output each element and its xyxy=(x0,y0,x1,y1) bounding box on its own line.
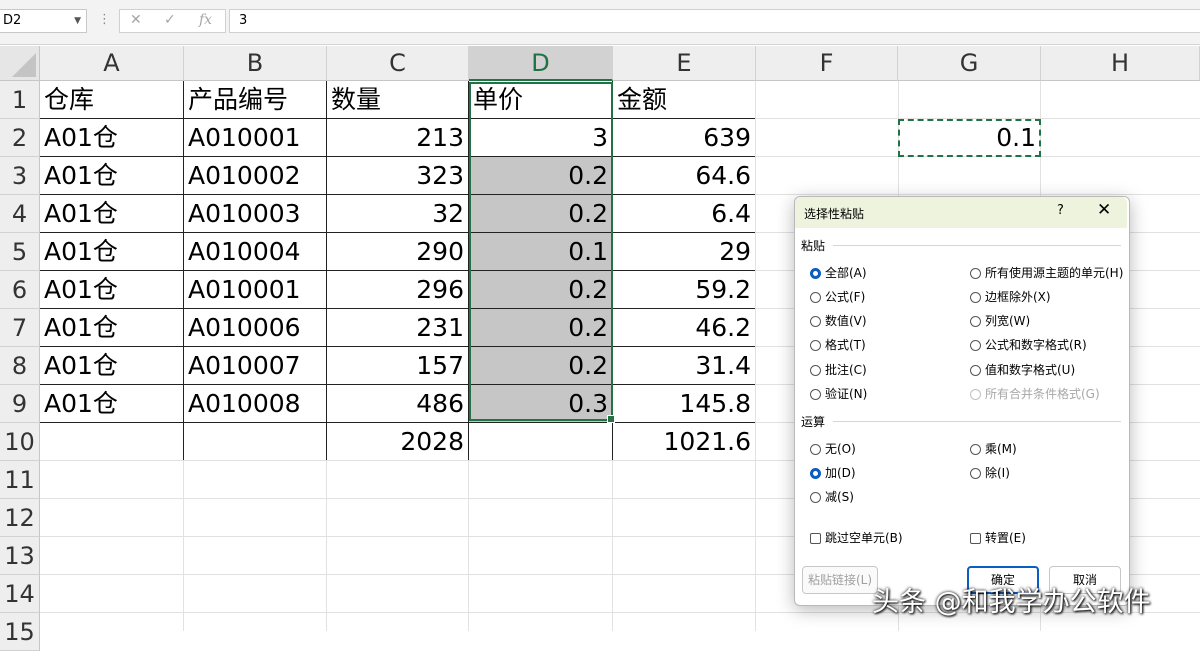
column-header-g[interactable]: G xyxy=(898,46,1041,81)
dialog-titlebar[interactable]: 选择性粘贴 ? ✕ xyxy=(795,197,1127,228)
radio-icon xyxy=(970,268,981,279)
check-icon[interactable]: ✓ xyxy=(164,12,176,28)
name-box[interactable]: D2 ▼ xyxy=(0,9,87,33)
radio-paste-column-widths[interactable]: 列宽(W) xyxy=(970,312,1030,329)
dialog-title: 选择性粘贴 xyxy=(804,207,865,221)
row-header-14[interactable]: 14 xyxy=(0,575,40,613)
divider xyxy=(833,421,1121,422)
row-header-11[interactable]: 11 xyxy=(0,461,40,499)
column-header-b[interactable]: B xyxy=(184,46,327,81)
checkbox-icon xyxy=(810,533,821,544)
divider xyxy=(833,245,1121,246)
column-header-c[interactable]: C xyxy=(327,46,469,81)
formula-bar: D2 ▼ ⋮ ✕ ✓ fx 3 xyxy=(0,0,1200,45)
radio-selected-icon xyxy=(810,268,821,279)
radio-icon xyxy=(810,365,821,376)
formula-buttons: ✕ ✓ fx xyxy=(119,9,226,33)
row-header-2[interactable]: 2 xyxy=(0,119,40,157)
radio-paste-values[interactable]: 数值(V) xyxy=(810,312,867,329)
more-options-icon[interactable]: ⋮ xyxy=(98,12,111,27)
formula-value: 3 xyxy=(239,13,248,28)
row-header-7[interactable]: 7 xyxy=(0,309,40,347)
row-header-5[interactable]: 5 xyxy=(0,233,40,271)
column-header-d[interactable]: D xyxy=(469,46,613,81)
cancel-icon[interactable]: ✕ xyxy=(130,12,142,28)
radio-icon xyxy=(970,316,981,327)
paste-special-dialog: 选择性粘贴 ? ✕ 粘贴 全部(A) 公式(F) 数值(V) 格式(T) 批注(… xyxy=(794,196,1130,606)
formula-input[interactable]: 3 xyxy=(229,9,1200,33)
radio-paste-formulas[interactable]: 公式(F) xyxy=(810,288,865,305)
name-box-value: D2 xyxy=(3,13,22,28)
radio-op-divide[interactable]: 除(I) xyxy=(970,464,1010,481)
radio-icon xyxy=(970,444,981,455)
radio-icon xyxy=(810,444,821,455)
row-header-4[interactable]: 4 xyxy=(0,195,40,233)
row-header-3[interactable]: 3 xyxy=(0,157,40,195)
radio-icon xyxy=(810,292,821,303)
row-header-9[interactable]: 9 xyxy=(0,385,40,423)
radio-icon xyxy=(970,365,981,376)
radio-paste-formulas-number-formats[interactable]: 公式和数字格式(R) xyxy=(970,336,1087,353)
help-icon[interactable]: ? xyxy=(1057,203,1064,218)
checkbox-icon xyxy=(970,533,981,544)
radio-icon xyxy=(810,492,821,503)
radio-icon xyxy=(970,468,981,479)
watermark: 头条 @和我学办公软件 xyxy=(872,587,1151,618)
operation-group-label: 运算 xyxy=(801,415,826,429)
paste-link-button[interactable]: 粘贴链接(L) xyxy=(802,566,878,594)
row-header-1[interactable]: 1 xyxy=(0,81,40,119)
column-header-a[interactable]: A xyxy=(40,46,184,81)
radio-paste-merge-conditional: 所有合并条件格式(G) xyxy=(970,385,1100,402)
radio-icon xyxy=(970,292,981,303)
column-header-e[interactable]: E xyxy=(613,46,756,81)
checkbox-transpose[interactable]: 转置(E) xyxy=(970,529,1026,546)
chevron-down-icon[interactable]: ▼ xyxy=(74,10,81,32)
radio-op-multiply[interactable]: 乘(M) xyxy=(970,440,1017,457)
radio-paste-all[interactable]: 全部(A) xyxy=(810,264,867,281)
row-header-12[interactable]: 12 xyxy=(0,499,40,537)
radio-paste-no-borders[interactable]: 边框除外(X) xyxy=(970,288,1051,305)
radio-paste-values-number-formats[interactable]: 值和数字格式(U) xyxy=(970,361,1075,378)
radio-paste-comments[interactable]: 批注(C) xyxy=(810,361,867,378)
radio-op-add[interactable]: 加(D) xyxy=(810,464,856,481)
select-all-corner[interactable] xyxy=(0,46,40,81)
column-header-f[interactable]: F xyxy=(756,46,898,81)
checkbox-skip-blanks[interactable]: 跳过空单元(B) xyxy=(810,529,903,546)
radio-icon xyxy=(810,316,821,327)
radio-selected-icon xyxy=(810,468,821,479)
radio-icon xyxy=(810,340,821,351)
row-header-15[interactable]: 15 xyxy=(0,613,40,651)
radio-icon xyxy=(970,389,981,400)
radio-paste-formats[interactable]: 格式(T) xyxy=(810,336,866,353)
radio-paste-validation[interactable]: 验证(N) xyxy=(810,385,867,402)
radio-icon xyxy=(970,340,981,351)
row-header-6[interactable]: 6 xyxy=(0,271,40,309)
radio-icon xyxy=(810,389,821,400)
close-icon[interactable]: ✕ xyxy=(1097,200,1111,220)
row-header-10[interactable]: 10 xyxy=(0,423,40,461)
paste-group-label: 粘贴 xyxy=(801,239,826,253)
function-icon[interactable]: fx xyxy=(199,12,212,28)
radio-op-none[interactable]: 无(O) xyxy=(810,440,856,457)
radio-op-subtract[interactable]: 减(S) xyxy=(810,488,854,505)
row-header-8[interactable]: 8 xyxy=(0,347,40,385)
row-header-13[interactable]: 13 xyxy=(0,537,40,575)
radio-paste-source-theme[interactable]: 所有使用源主题的单元(H) xyxy=(970,264,1123,281)
column-header-h[interactable]: H xyxy=(1041,46,1200,81)
